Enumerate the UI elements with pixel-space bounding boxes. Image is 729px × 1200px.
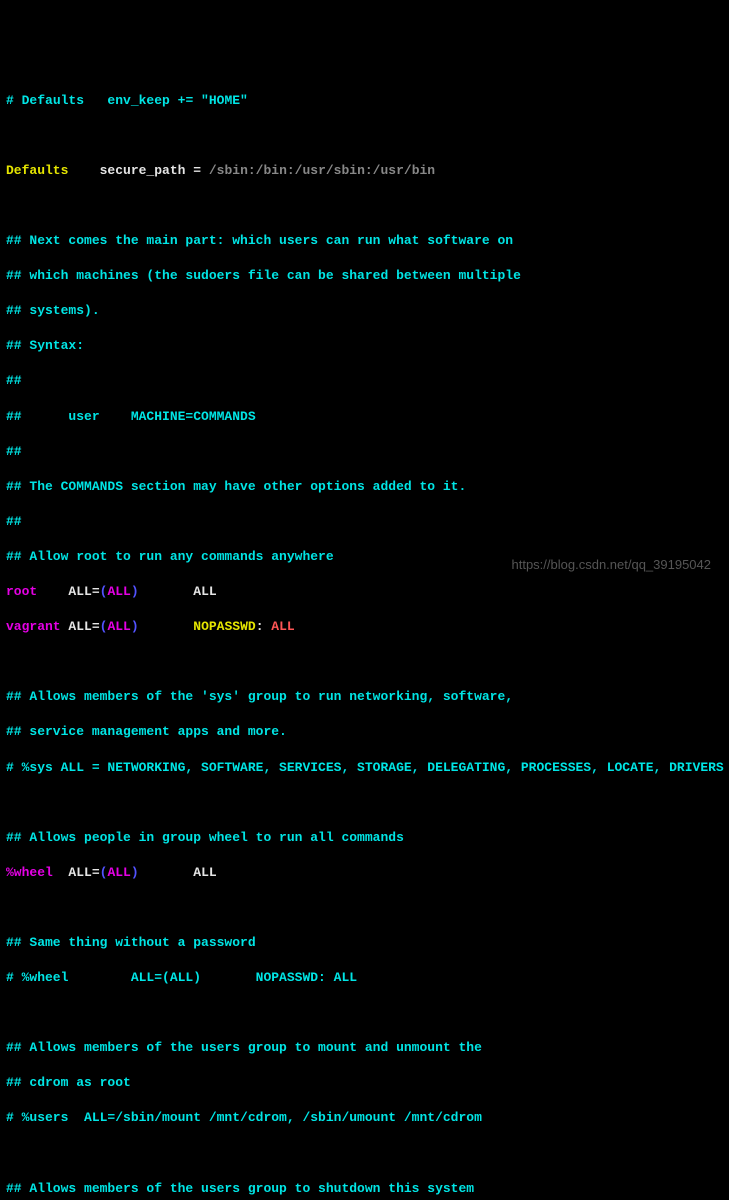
comment-line: ## Syntax: [6,337,723,355]
comment-hash: # [6,93,14,108]
comment-line: ## Allows members of the users group to … [6,1039,723,1057]
path-text: /sbin:/bin:/usr/sbin:/usr/bin [209,163,435,178]
comment-line: ## service management apps and more. [6,723,723,741]
user-vagrant: vagrant [6,619,61,634]
directive-text: secure_path = [68,163,208,178]
rule-line: %wheel ALL=(ALL) ALL [6,864,723,882]
runas-all: ALL [107,865,130,880]
comment-line: ## [6,513,723,531]
cmd-all: ALL [139,865,217,880]
blank-line [6,899,723,917]
code-line: # Defaults env_keep += "HOME" [6,92,723,110]
rule-all: ALL= [61,619,100,634]
comment-line: # %sys ALL = NETWORKING, SOFTWARE, SERVI… [6,759,723,777]
comment-line: ## Allows members of the users group to … [6,1180,723,1198]
paren: ( [100,865,108,880]
blank-line [6,653,723,671]
comment-line: ## [6,443,723,461]
comment-line: ## systems). [6,302,723,320]
comment-line: ## Same thing without a password [6,934,723,952]
cmd-all: ALL [271,619,294,634]
blank-line [6,1145,723,1163]
rule-all: ALL= [37,584,99,599]
tag-nopasswd: NOPASSWD [139,619,256,634]
comment-line: ## user MACHINE=COMMANDS [6,408,723,426]
rule-line: vagrant ALL=(ALL) NOPASSWD: ALL [6,618,723,636]
comment-text: Defaults env_keep += "HOME" [14,93,248,108]
rule-line: root ALL=(ALL) ALL [6,583,723,601]
watermark-text: https://blog.csdn.net/qq_39195042 [512,556,712,574]
blank-line [6,127,723,145]
cmd-all: ALL [139,584,217,599]
comment-line: ## Next comes the main part: which users… [6,232,723,250]
paren: ) [131,584,139,599]
code-line: Defaults secure_path = /sbin:/bin:/usr/s… [6,162,723,180]
blank-line [6,794,723,812]
comment-line: # %users ALL=/sbin/mount /mnt/cdrom, /sb… [6,1109,723,1127]
paren: ) [131,865,139,880]
comment-line: ## which machines (the sudoers file can … [6,267,723,285]
comment-line: ## [6,372,723,390]
paren: ( [100,619,108,634]
user-root: root [6,584,37,599]
comment-line: ## The COMMANDS section may have other o… [6,478,723,496]
comment-line: ## Allows people in group wheel to run a… [6,829,723,847]
group-wheel: %wheel [6,865,53,880]
runas-all: ALL [107,584,130,599]
keyword-defaults: Defaults [6,163,68,178]
comment-line: ## Allows members of the 'sys' group to … [6,688,723,706]
runas-all: ALL [107,619,130,634]
comment-line: # %wheel ALL=(ALL) NOPASSWD: ALL [6,969,723,987]
editor-content[interactable]: # Defaults env_keep += "HOME" Defaults s… [6,74,723,1200]
blank-line [6,197,723,215]
blank-line [6,1004,723,1022]
comment-line: ## cdrom as root [6,1074,723,1092]
paren: ) [131,619,139,634]
colon: : [256,619,272,634]
rule-all: ALL= [53,865,100,880]
